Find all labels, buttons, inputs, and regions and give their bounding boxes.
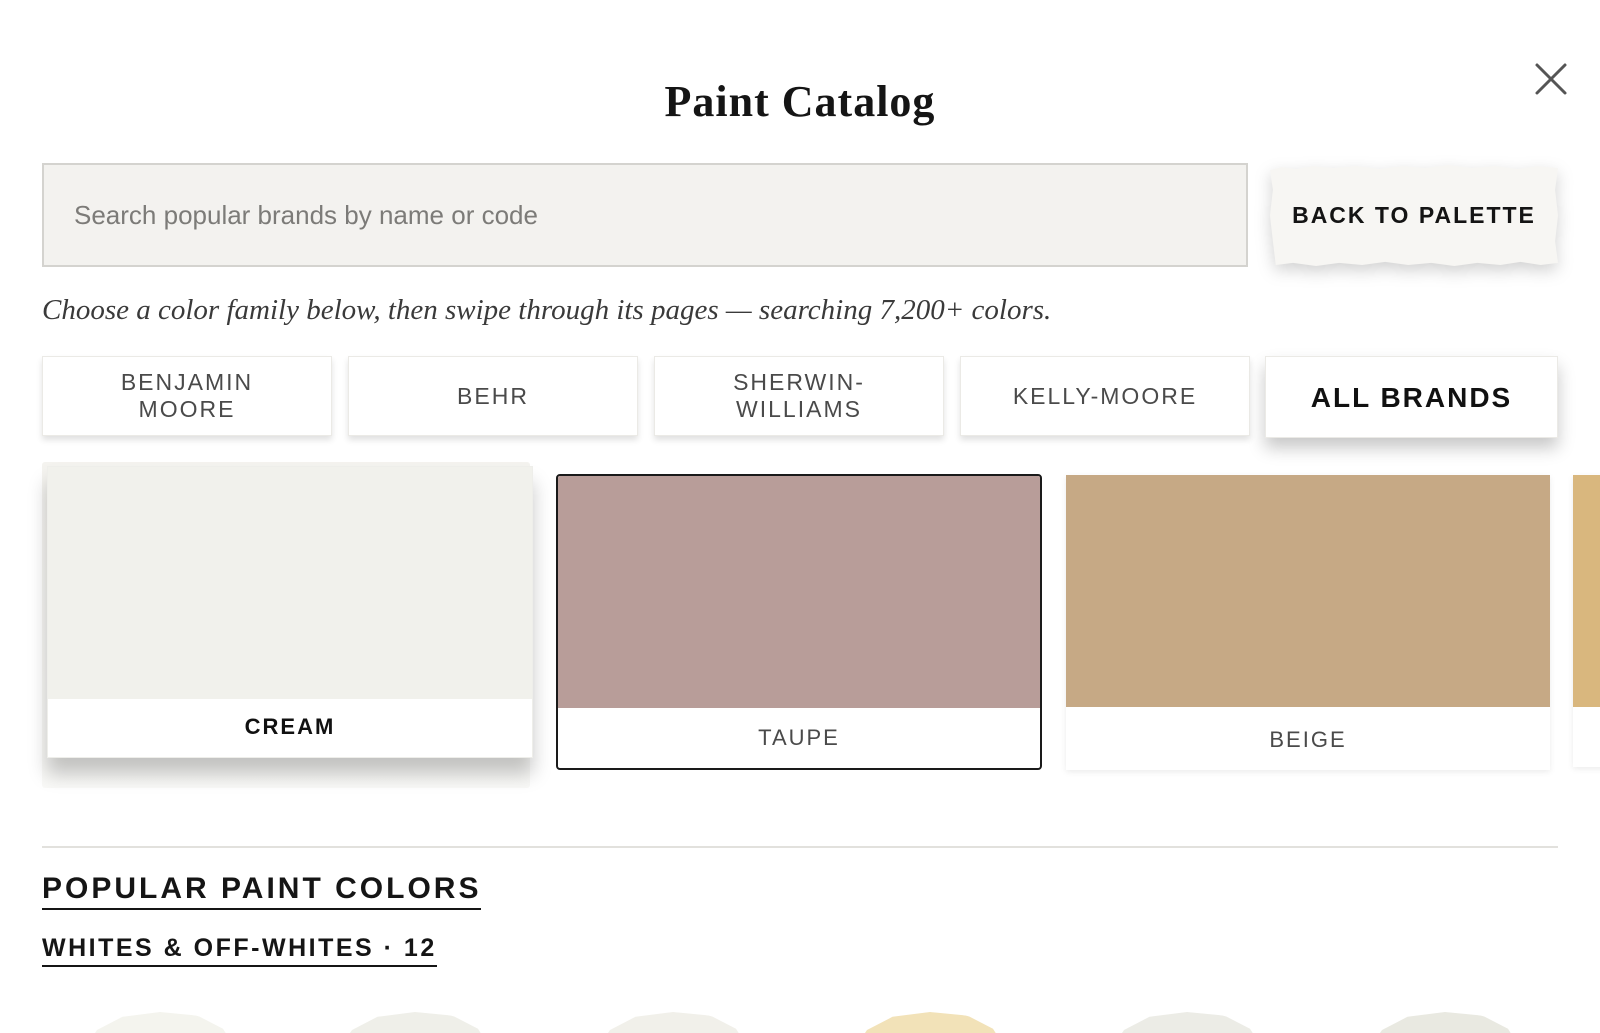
brand-tab-label: SHERWIN-WILLIAMS (733, 369, 865, 422)
brand-tab-label: BENJAMIN MOORE (120, 369, 254, 422)
brand-tab-behr[interactable]: BEHR (348, 356, 638, 436)
page-title: Paint Catalog (664, 77, 936, 126)
family-card-beige[interactable]: BEIGE (1066, 475, 1550, 770)
brand-tab-all-brands[interactable]: ALL BRANDS (1265, 356, 1558, 438)
family-swatch (1573, 475, 1600, 707)
close-button[interactable] (1532, 60, 1570, 98)
paint-chip[interactable] (1112, 1012, 1262, 1033)
family-card-taupe[interactable]: TAUPE (556, 474, 1042, 770)
paint-chip[interactable] (340, 1012, 490, 1033)
family-label: TAUPE (758, 725, 840, 750)
brand-tab-sherwin-williams[interactable]: SHERWIN-WILLIAMS (654, 356, 944, 436)
whites-group-heading[interactable]: WHITES & OFF-WHITES · 12 (42, 934, 437, 967)
paint-chip[interactable] (1370, 1012, 1520, 1033)
paint-chip[interactable] (85, 1012, 235, 1033)
family-label: BEIGE (1269, 727, 1347, 752)
family-swatch (1066, 475, 1550, 707)
paint-chip[interactable] (598, 1012, 748, 1033)
brand-tab-kelly-moore[interactable]: KELLY-MOORE (960, 356, 1250, 436)
brand-tab-benjamin-moore[interactable]: BENJAMIN MOORE (42, 356, 332, 436)
family-label: CREAM (244, 714, 336, 739)
section-divider (42, 846, 1558, 848)
search-input[interactable] (44, 165, 1246, 265)
popular-colors-heading: POPULAR PAINT COLORS (42, 872, 482, 910)
family-swatch (558, 476, 1040, 708)
family-card-next-peek[interactable] (1573, 475, 1600, 767)
paint-chip[interactable] (855, 1012, 1005, 1033)
search-field[interactable] (42, 163, 1248, 267)
intro-text: Choose a color family below, then swipe … (42, 294, 1052, 326)
brand-tab-label: BEHR (457, 382, 529, 409)
close-icon (1535, 63, 1567, 95)
family-swatch (48, 467, 532, 699)
brand-tab-label: KELLY-MOORE (1012, 382, 1198, 409)
brand-tab-label: ALL BRANDS (1310, 381, 1513, 413)
back-to-palette-button[interactable]: BACK TO PALETTE (1270, 165, 1558, 266)
family-card-cream[interactable]: CREAM (47, 466, 533, 758)
